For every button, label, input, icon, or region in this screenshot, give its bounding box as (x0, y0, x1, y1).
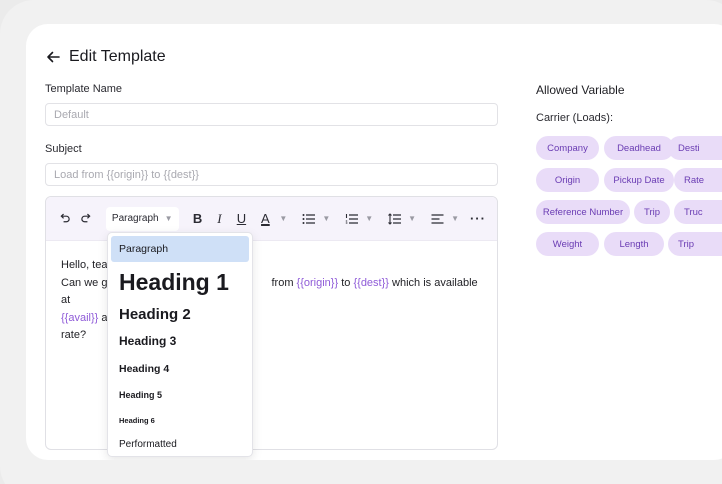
dropdown-item-heading-1[interactable]: Heading 1 (111, 262, 249, 302)
dropdown-item-performatted[interactable]: Performatted (111, 432, 249, 456)
chevron-down-icon: ▼ (365, 214, 374, 223)
page-header: Edit Template (45, 48, 166, 66)
bullet-list-icon (297, 208, 319, 230)
dropdown-item-heading-3[interactable]: Heading 3 (111, 326, 249, 356)
page-title: Edit Template (69, 48, 166, 65)
chevron-down-icon: ▼ (279, 214, 288, 223)
template-name-input[interactable]: Default (45, 103, 498, 126)
text-color-icon: A (261, 211, 270, 226)
variable-chip-truck[interactable]: Truc (674, 200, 722, 224)
bullet-list-control[interactable]: ▼ (297, 208, 330, 230)
align-icon (426, 208, 448, 230)
editor-line-2-start: Can we g (61, 276, 108, 289)
italic-icon[interactable]: I (210, 208, 228, 230)
variable-avail: {{avail}} (61, 311, 99, 324)
chevron-down-icon: ▼ (164, 214, 173, 223)
dropdown-item-heading-4[interactable]: Heading 4 (111, 356, 249, 382)
numbered-list-icon (340, 208, 362, 230)
bold-icon[interactable]: B (189, 208, 207, 230)
dropdown-item-heading-2[interactable]: Heading 2 (111, 302, 249, 326)
redo-icon[interactable] (78, 208, 96, 230)
edit-template-card: Edit Template Template Name Default Subj… (26, 24, 722, 460)
align-control[interactable]: ▼ (426, 208, 459, 230)
editor-line-4: rate? (61, 329, 87, 341)
variable-dest: {{dest}} (353, 276, 389, 289)
variable-chip-reference-number[interactable]: Reference Number (536, 200, 630, 224)
chevron-down-icon: ▼ (451, 214, 459, 223)
editor-text-from: from (271, 276, 294, 289)
subject-label: Subject (45, 143, 82, 155)
block-type-dropdown: Paragraph Heading 1 Heading 2 Heading 3 … (107, 232, 253, 457)
template-name-label: Template Name (45, 83, 123, 95)
variable-chip-weight[interactable]: Weight (536, 232, 599, 256)
variable-chip-deadhead[interactable]: Deadhead (604, 136, 674, 160)
variable-chip-destination[interactable]: Desti (668, 136, 722, 160)
variable-origin: {{origin}} (296, 276, 339, 289)
chevron-down-icon: ▼ (322, 214, 331, 223)
variable-chip-trip-2[interactable]: Trip (668, 232, 722, 256)
variable-chip-company[interactable]: Company (536, 136, 599, 160)
variable-chip-length[interactable]: Length (604, 232, 664, 256)
carrier-loads-label: Carrier (Loads): (536, 112, 614, 124)
undo-icon[interactable] (56, 208, 74, 230)
block-type-select[interactable]: Paragraph ▼ (105, 206, 179, 231)
chevron-down-icon: ▼ (408, 214, 417, 223)
dropdown-item-paragraph[interactable]: Paragraph (111, 236, 249, 262)
arrow-left-icon[interactable] (45, 49, 61, 65)
editor-text-to: to (341, 276, 351, 289)
dropdown-item-heading-5[interactable]: Heading 5 (111, 382, 249, 408)
numbered-list-control[interactable]: ▼ (340, 208, 373, 230)
block-type-value: Paragraph (111, 213, 159, 224)
line-height-icon (383, 208, 405, 230)
more-icon[interactable]: ··· (469, 208, 487, 230)
underline-icon[interactable]: U (232, 208, 250, 230)
variable-chip-rate[interactable]: Rate (674, 168, 722, 192)
editor-line-1: Hello, tea (61, 259, 108, 271)
line-height-control[interactable]: ▼ (383, 208, 416, 230)
variable-chip-origin[interactable]: Origin (536, 168, 599, 192)
allowed-variable-title: Allowed Variable (536, 83, 625, 97)
subject-input[interactable]: Load from {{origin}} to {{dest}} (45, 163, 498, 186)
variable-chip-trip[interactable]: Trip (634, 200, 670, 224)
text-color-control[interactable]: A ▼ (254, 208, 287, 230)
variable-chip-pickup-date[interactable]: Pickup Date (604, 168, 674, 192)
dropdown-item-heading-6[interactable]: Heading 6 (111, 408, 249, 432)
